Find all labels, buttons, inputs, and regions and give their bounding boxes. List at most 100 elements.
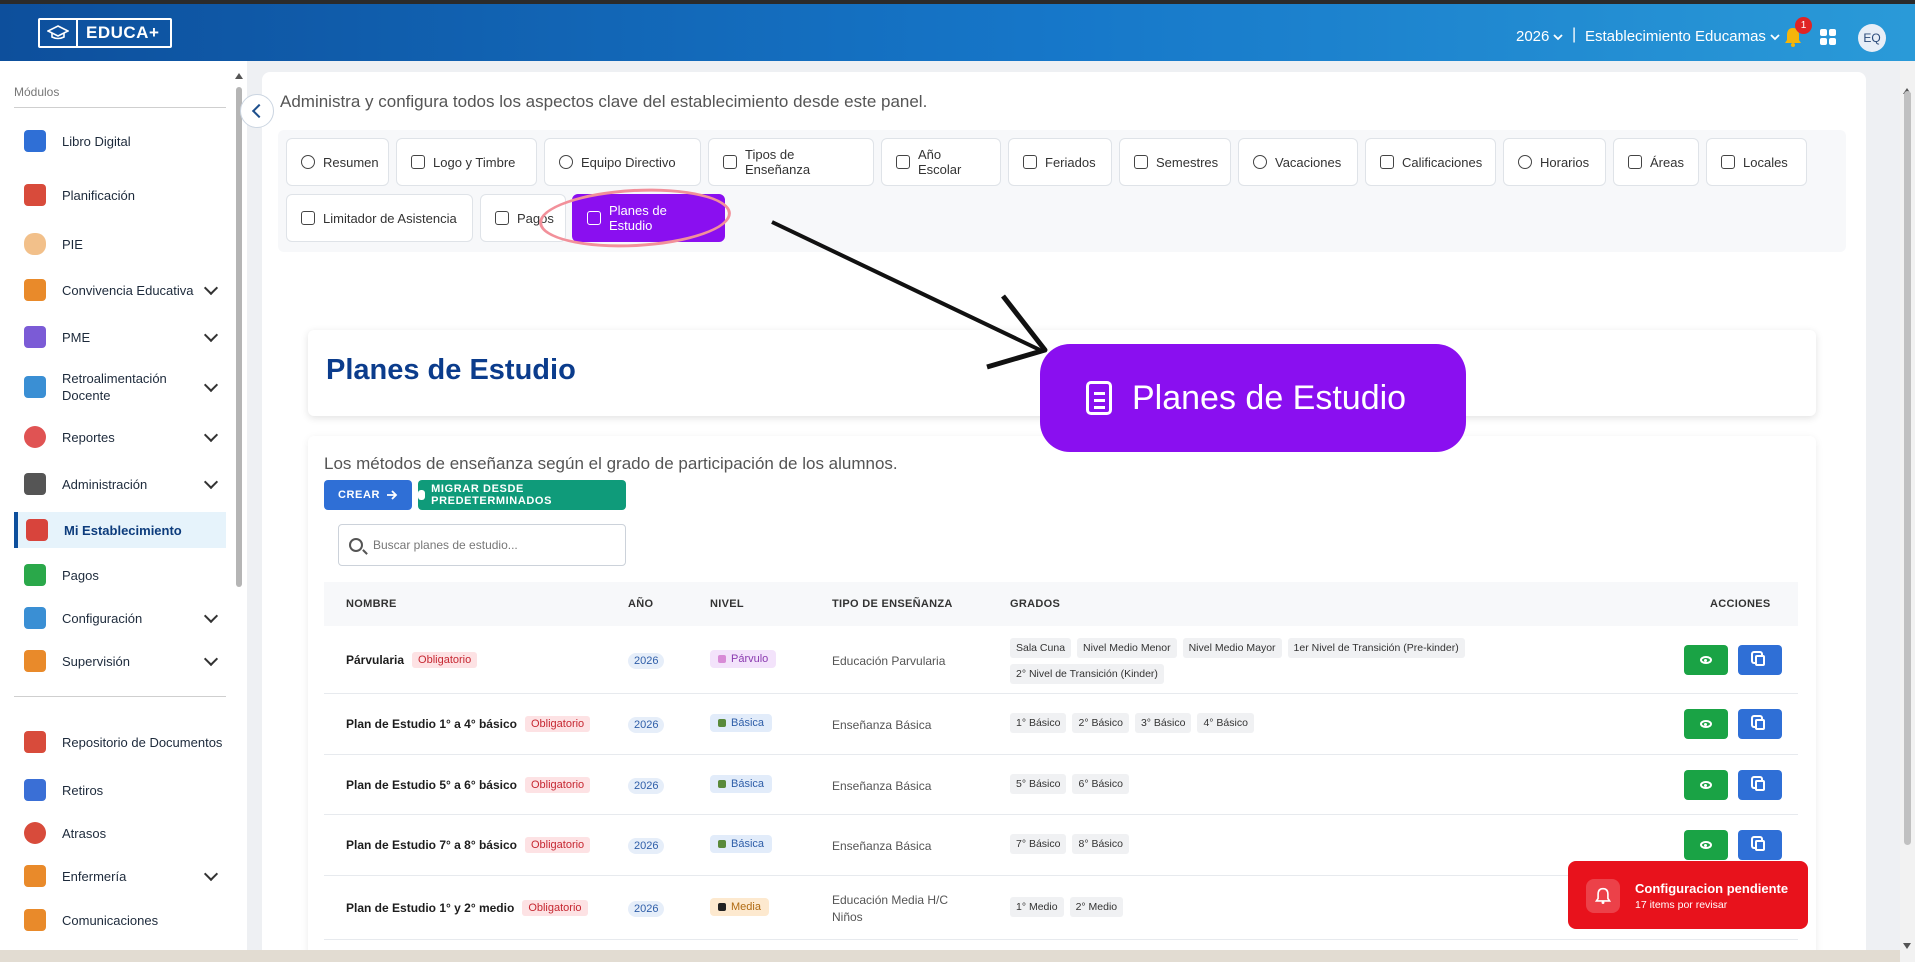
sidebar-item-repositorio[interactable]: Repositorio de Documentos [14,723,226,761]
sidebar-item-planificacion[interactable]: Planificación [14,182,226,208]
gauge-icon [301,155,315,169]
credit-card-icon [495,211,509,225]
chevron-down-icon [203,474,219,489]
scrollbar-thumb[interactable] [236,87,242,587]
pending-config-toast[interactable]: Configuracion pendiente 17 items por rev… [1568,861,1808,929]
sidebar-section-title: Módulos [14,85,60,99]
chevron-down-icon [1553,33,1564,40]
tab-areas[interactable]: Áreas [1613,138,1699,186]
obligatorio-badge: Obligatorio [524,777,591,793]
tab-label: Año Escolar [918,147,962,177]
document-icon [1380,155,1394,169]
tab-locales[interactable]: Locales [1706,138,1807,186]
level-text: Básica [731,717,765,729]
establishment-selector[interactable]: Establecimiento Educamas [1585,28,1780,45]
sidebar-scrollbar[interactable] [235,73,243,961]
view-button[interactable] [1684,709,1728,739]
sidebar-item-reportes[interactable]: Reportes [14,424,226,450]
collapse-sidebar-button[interactable] [240,94,274,128]
establishment-name: Establecimiento Educamas [1585,28,1766,45]
scroll-up-arrow[interactable] [235,73,243,79]
level-badge: Básica [710,714,773,732]
tab-horarios[interactable]: Horarios [1503,138,1606,186]
level-text: Básica [731,778,765,790]
tab-label: Locales [1743,154,1788,170]
sidebar-divider [14,107,226,108]
sidebar-item-pagos[interactable]: Pagos [14,562,226,588]
hand-icon [24,233,46,255]
level-text: Párvulo [731,653,769,665]
sidebar-item-pme[interactable]: PME [14,324,226,350]
scrollbar-thumb[interactable] [1904,91,1911,845]
teaching-type: Enseñanza Básica [832,839,932,853]
sidebar-item-label: Administración [62,476,148,492]
tab-label: Feriados [1045,154,1096,170]
school-icon [26,519,48,541]
sidebar-item-pie[interactable]: PIE [14,231,226,257]
tab-equipo-directivo[interactable]: Equipo Directivo [544,138,701,186]
grade-chip: 8° Básico [1072,834,1129,854]
search-icon [349,538,363,552]
tab-ano-escolar[interactable]: Año Escolar [881,138,1001,186]
sidebar-item-label: Supervisión [62,653,130,669]
sidebar-item-administracion[interactable]: Administración [14,471,226,497]
app-logo[interactable]: EDUCA+ [38,18,172,48]
chevron-down-icon [203,280,219,295]
duplicate-button[interactable] [1738,770,1782,800]
sidebar-item-libro-digital[interactable]: Libro Digital [14,128,226,154]
sidebar-item-convivencia[interactable]: Convivencia Educativa [14,277,226,303]
grade-chip: 6° Básico [1072,774,1129,794]
view-button[interactable] [1684,645,1728,675]
sidebar-item-supervision[interactable]: Supervisión [14,648,226,674]
tab-limitador-asistencia[interactable]: Limitador de Asistencia [286,194,473,242]
grade-chip: 5° Básico [1010,774,1067,794]
tab-semestres[interactable]: Semestres [1119,138,1231,186]
sidebar-item-label: Retiros [62,782,104,798]
obligatorio-badge: Obligatorio [412,652,478,668]
view-button[interactable] [1684,770,1728,800]
grade-chip: 3° Básico [1134,713,1192,733]
grades-list: 5° Básico 6° Básico [1010,774,1490,794]
sidebar-item-retiros[interactable]: Retiros [14,777,226,803]
create-button[interactable]: CREAR [324,480,412,510]
sidebar-item-mi-establecimiento[interactable]: Mi Establecimiento [14,512,226,548]
migrate-button[interactable]: MIGRAR DESDE PREDETERMINADOS [418,480,626,510]
avatar[interactable]: EQ [1858,24,1886,52]
copy-icon [1755,654,1765,666]
team-icon [559,155,573,169]
copy-icon [1755,718,1765,730]
sidebar-item-retroalimentacion[interactable]: Retroalimentación Docente [14,368,226,406]
tab-vacaciones[interactable]: Vacaciones [1238,138,1358,186]
apps-grid-icon[interactable] [1820,29,1836,45]
clipboard-icon [1086,381,1112,415]
tab-logo-timbre[interactable]: Logo y Timbre [396,138,537,186]
page-subtitle: Administra y configura todos los aspecto… [280,92,928,111]
tab-feriados[interactable]: Feriados [1008,138,1112,186]
feedback-icon [24,376,46,398]
sidebar-item-label: Libro Digital [62,133,131,149]
search-box[interactable] [338,524,626,566]
grades-list: Sala Cuna Nivel Medio Menor Nivel Medio … [1010,638,1490,684]
sidebar-item-configuracion[interactable]: Configuración [14,605,226,631]
duplicate-button[interactable] [1738,709,1782,739]
shield-check-icon [301,211,315,225]
sidebar-item-atrasos[interactable]: Atrasos [14,820,226,846]
plan-name-text: Plan de Estudio 7° a 8° básico [346,838,517,852]
tab-calificaciones[interactable]: Calificaciones [1365,138,1496,186]
tab-label: Limitador de Asistencia [323,210,457,226]
scroll-down-arrow[interactable] [1903,943,1911,949]
header-separator: | [1572,26,1577,43]
table-row: Párvularia Obligatorio 2026 Párvulo Educa… [324,626,1798,694]
duplicate-button[interactable] [1738,830,1782,860]
page-scrollbar[interactable] [1900,61,1915,962]
search-input[interactable] [373,538,613,552]
tab-resumen[interactable]: Resumen [286,138,389,186]
sidebar-item-comunicaciones[interactable]: Comunicaciones [14,907,226,933]
sidebar-item-enfermeria[interactable]: Enfermería [14,863,226,889]
notification-badge: 1 [1795,17,1812,34]
duplicate-button[interactable] [1738,645,1782,675]
graduation-cap-icon [40,20,78,46]
view-button[interactable] [1684,830,1728,860]
year-selector[interactable]: 2026 [1516,28,1564,45]
tab-tipos-ensenanza[interactable]: Tipos de Enseñanza [708,138,874,186]
